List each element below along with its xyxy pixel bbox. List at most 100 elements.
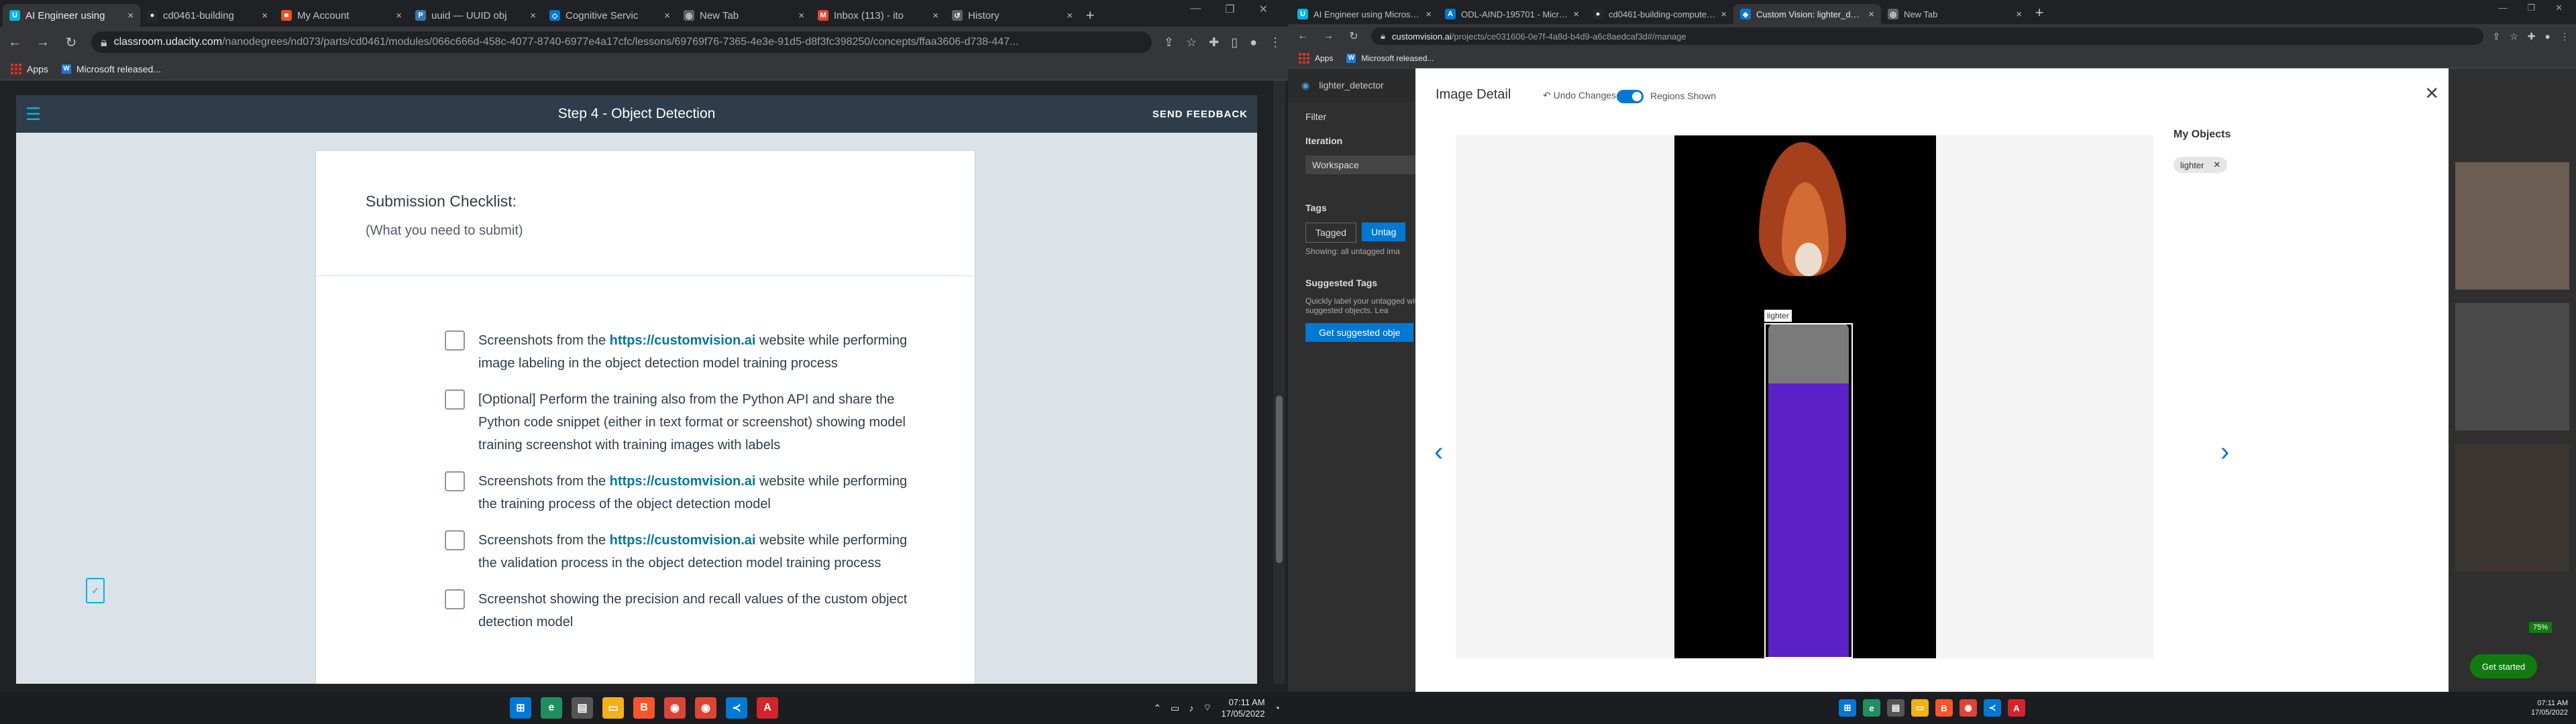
customvision-link[interactable]: https://customvision.ai bbox=[610, 533, 756, 548]
sidepanel-icon[interactable]: ▯ bbox=[1231, 36, 1238, 50]
minimize-icon[interactable]: — bbox=[1190, 3, 1201, 16]
chevron-left-icon[interactable]: ‹ bbox=[1434, 437, 1443, 467]
extensions-icon[interactable]: ✚ bbox=[1209, 36, 1219, 50]
folder-icon[interactable]: ▭ bbox=[602, 697, 624, 719]
untagged-toggle[interactable]: Untag bbox=[1362, 223, 1406, 241]
object-tag-chip[interactable]: lighter ✕ bbox=[2174, 157, 2228, 173]
star-icon[interactable]: ☆ bbox=[2510, 31, 2518, 42]
tab-github[interactable]: ●cd0461-building-computer-visio× bbox=[1586, 4, 1733, 24]
close-icon[interactable]: × bbox=[664, 10, 670, 21]
send-feedback-button[interactable]: SEND FEEDBACK bbox=[1152, 109, 1248, 120]
tab-github[interactable]: ● cd0461-building × bbox=[140, 4, 274, 27]
share-icon[interactable]: ⇪ bbox=[1164, 36, 1174, 50]
address-bar[interactable]: 🔒︎ classroom.udacity.com/nanodegrees/nd0… bbox=[91, 32, 1152, 53]
profile-avatar[interactable]: ● bbox=[2545, 31, 2551, 42]
close-icon[interactable]: ✕ bbox=[2424, 83, 2439, 104]
reload-icon[interactable]: ↻ bbox=[63, 34, 79, 51]
region-box[interactable]: lighter bbox=[1764, 310, 1853, 658]
store-icon[interactable]: ▤ bbox=[1887, 699, 1904, 717]
scrollbar[interactable] bbox=[1273, 80, 1285, 684]
checkbox[interactable] bbox=[445, 471, 465, 491]
close-icon[interactable]: ✕ bbox=[2213, 160, 2220, 170]
tab-odl[interactable]: AODL-AIND-195701 - Microsoft A× bbox=[1438, 4, 1586, 24]
new-tab-button[interactable]: + bbox=[1079, 4, 1101, 27]
windows-start-icon[interactable]: ⊞ bbox=[510, 697, 531, 719]
close-icon[interactable]: × bbox=[798, 10, 804, 21]
eye-icon[interactable]: ◉ bbox=[1301, 80, 1309, 91]
close-icon[interactable]: × bbox=[530, 10, 536, 21]
brave-icon[interactable]: B bbox=[1935, 699, 1953, 717]
wifi-icon[interactable]: ⌔ bbox=[1203, 702, 1212, 714]
close-icon[interactable]: × bbox=[1721, 9, 1727, 20]
image-thumbnail[interactable] bbox=[2455, 303, 2569, 430]
vscode-icon[interactable]: ≺ bbox=[726, 697, 747, 719]
close-icon[interactable]: × bbox=[1868, 9, 1874, 20]
tab-my-account[interactable]: ■ My Account × bbox=[274, 4, 409, 27]
tab-ai-engineer[interactable]: U AI Engineer using × bbox=[3, 4, 140, 27]
back-icon[interactable]: ← bbox=[7, 35, 23, 50]
regions-toggle[interactable] bbox=[1617, 90, 1644, 103]
tab-new-tab[interactable]: ◎ New Tab × bbox=[677, 4, 811, 27]
forward-icon[interactable]: → bbox=[35, 35, 51, 50]
window-close-icon[interactable]: ✕ bbox=[1259, 3, 1268, 16]
microsoft-bookmark[interactable]: W Microsoft released... bbox=[1346, 53, 1434, 63]
tab-custom-vision[interactable]: ◈Custom Vision: lighter_detector× bbox=[1733, 4, 1881, 24]
window-close-icon[interactable]: ✕ bbox=[2555, 3, 2563, 13]
close-icon[interactable]: × bbox=[2016, 9, 2022, 20]
image-thumbnail[interactable] bbox=[2455, 162, 2569, 290]
tab-cognitive[interactable]: ◇ Cognitive Servic × bbox=[543, 4, 677, 27]
notification-icon[interactable]: ◔ bbox=[1275, 703, 1280, 713]
tab-new-tab[interactable]: ◎ New Tab × bbox=[1881, 4, 2029, 24]
close-icon[interactable]: × bbox=[1573, 9, 1579, 20]
vscode-icon[interactable]: ≺ bbox=[1984, 699, 2001, 717]
chevron-right-icon[interactable]: › bbox=[2220, 437, 2229, 467]
customvision-link[interactable]: https://customvision.ai bbox=[610, 333, 756, 348]
filter-button[interactable]: Filter bbox=[1305, 111, 1326, 122]
clock[interactable]: 07:11 AM 17/05/2022 bbox=[1221, 697, 1265, 719]
menu-icon[interactable]: ⋮ bbox=[1269, 36, 1281, 50]
profile-avatar[interactable]: ● bbox=[1250, 36, 1257, 50]
maximize-icon[interactable]: ❐ bbox=[2527, 3, 2535, 13]
undo-changes-button[interactable]: ↶ Undo Changes bbox=[1543, 90, 1616, 101]
image-thumbnail[interactable] bbox=[2455, 444, 2569, 571]
clock[interactable]: 07:11 AM 17/05/2022 bbox=[2531, 699, 2568, 717]
close-icon[interactable]: × bbox=[932, 10, 938, 21]
extensions-icon[interactable]: ✚ bbox=[2528, 31, 2536, 42]
forward-icon[interactable]: → bbox=[1320, 30, 1336, 42]
tab-inbox[interactable]: M Inbox (113) - ito × bbox=[811, 4, 945, 27]
new-tab-button[interactable]: + bbox=[2029, 1, 2050, 24]
minimize-icon[interactable]: — bbox=[2498, 3, 2507, 13]
close-icon[interactable]: × bbox=[1426, 9, 1432, 20]
chrome-icon[interactable]: ◉ bbox=[1960, 699, 1977, 717]
get-started-button[interactable]: Get started bbox=[2470, 654, 2537, 678]
edge-icon[interactable]: e bbox=[1863, 699, 1880, 717]
address-bar[interactable]: 🔒︎ customvision.ai/projects/ce031606-0e7… bbox=[1371, 27, 2483, 45]
close-icon[interactable]: × bbox=[396, 10, 402, 21]
tagged-toggle[interactable]: Tagged bbox=[1305, 223, 1356, 243]
windows-start-icon[interactable]: ⊞ bbox=[1839, 699, 1856, 717]
reload-icon[interactable]: ↻ bbox=[1346, 29, 1362, 43]
chevron-up-icon[interactable]: ⌃ bbox=[1153, 703, 1161, 714]
brave-icon[interactable]: B bbox=[633, 697, 655, 719]
close-icon[interactable]: × bbox=[127, 10, 133, 21]
checkbox[interactable] bbox=[445, 330, 465, 351]
maximize-icon[interactable]: ❐ bbox=[1225, 3, 1234, 16]
share-icon[interactable]: ⇪ bbox=[2493, 31, 2501, 42]
checkbox[interactable] bbox=[445, 389, 465, 410]
tab-history[interactable]: ↺ History × bbox=[945, 4, 1079, 27]
star-icon[interactable]: ☆ bbox=[1186, 36, 1197, 50]
apps-bookmark[interactable]: Apps bbox=[1299, 52, 1333, 64]
close-icon[interactable]: × bbox=[1067, 10, 1073, 21]
folder-icon[interactable]: ▭ bbox=[1911, 699, 1929, 717]
apps-bookmark[interactable]: Apps bbox=[11, 63, 48, 74]
tab-uuid[interactable]: Puuid — UUID obj × bbox=[409, 4, 543, 27]
iteration-select[interactable]: Workspace bbox=[1305, 156, 1426, 174]
chrome-icon[interactable]: ◉ bbox=[695, 697, 716, 719]
close-icon[interactable]: × bbox=[262, 10, 268, 21]
customvision-link[interactable]: https://customvision.ai bbox=[610, 474, 756, 489]
chrome-icon[interactable]: ◉ bbox=[664, 697, 686, 719]
tab-ai-engineer[interactable]: UAI Engineer using Microsoft Azu× bbox=[1291, 4, 1438, 24]
scrollbar-thumb[interactable] bbox=[1276, 396, 1283, 563]
display-icon[interactable]: ▭ bbox=[1171, 703, 1179, 714]
edge-icon[interactable]: e bbox=[541, 697, 562, 719]
